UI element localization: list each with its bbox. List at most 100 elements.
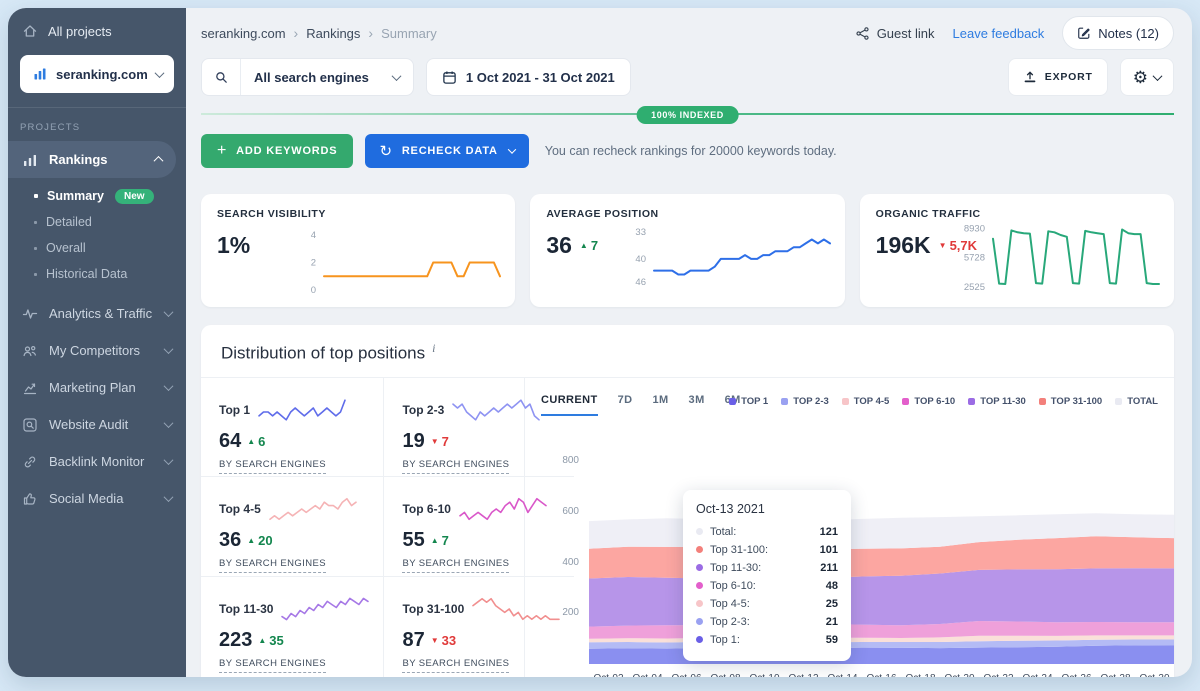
by-search-engines-link[interactable]: BY SEARCH ENGINES — [402, 459, 509, 474]
position-label: Top 4-5 — [219, 502, 261, 516]
arrow-down-icon: ▼ — [431, 437, 439, 446]
recheck-data-label: RECHECK DATA — [402, 145, 498, 157]
sidebar-item-my-competitors[interactable]: My Competitors — [8, 332, 186, 369]
sparkline-chart: 420 — [292, 216, 507, 303]
rankings-icon — [22, 152, 38, 168]
breadcrumb-rankings[interactable]: Rankings — [306, 26, 360, 41]
notes-button[interactable]: Notes (12) — [1062, 16, 1174, 50]
sparkline-chart — [279, 593, 371, 625]
position-label: Top 31-100 — [402, 602, 464, 616]
by-search-engines-link[interactable]: BY SEARCH ENGINES — [219, 658, 326, 673]
tooltip-row: Top 1: 59 — [696, 634, 838, 646]
position-value: 19 — [402, 430, 424, 453]
upload-icon — [1023, 70, 1037, 84]
legend-item-total[interactable]: TOTAL — [1115, 396, 1158, 407]
project-selector[interactable]: seranking.com — [20, 55, 174, 93]
tab-current[interactable]: CURRENT — [541, 394, 598, 416]
card-value: 196K — [876, 232, 931, 259]
position-value: 55 — [402, 529, 424, 552]
tooltip-label: Top 1: — [710, 634, 819, 646]
add-keywords-button[interactable]: + ADD KEYWORDS — [201, 134, 353, 168]
sidebar-subitem-historical-data[interactable]: Historical Data — [8, 261, 186, 287]
backlink-icon — [22, 454, 38, 470]
delta-value: 7 — [442, 434, 449, 449]
x-axis-tick: Oct-20 — [944, 673, 974, 677]
distribution-title: Distribution of top positions i — [201, 325, 1174, 377]
x-axis-tick: Oct-06 — [671, 673, 701, 677]
distribution-title-text: Distribution of top positions — [221, 344, 425, 363]
tooltip-value: 25 — [826, 598, 838, 610]
search-icon — [202, 59, 241, 95]
sidebar-item-backlink-monitor[interactable]: Backlink Monitor — [8, 443, 186, 480]
all-projects-link[interactable]: All projects — [8, 8, 186, 49]
chevron-down-icon — [1153, 71, 1163, 81]
search-engine-value: All search engines — [241, 70, 393, 85]
guest-link-label: Guest link — [877, 26, 935, 41]
legend-swatch-icon — [729, 398, 736, 405]
by-search-engines-link[interactable]: BY SEARCH ENGINES — [402, 658, 509, 673]
legend-item-top-11-30[interactable]: TOP 11-30 — [968, 396, 1026, 407]
leave-feedback-link[interactable]: Leave feedback — [953, 26, 1045, 41]
sidebar-item-label: Analytics & Traffic — [49, 306, 154, 321]
legend-swatch-icon — [1115, 398, 1122, 405]
breadcrumb-summary: Summary — [381, 26, 437, 41]
sidebar-item-analytics-traffic[interactable]: Analytics & Traffic — [8, 295, 186, 332]
position-delta: ▲35 — [258, 633, 283, 648]
sidebar-subitem-summary[interactable]: SummaryNew — [8, 183, 186, 209]
organic-traffic-card: ORGANIC TRAFFIC 196K ▼5,7K 893057282525 — [860, 194, 1174, 307]
position-card-top-4-5[interactable]: Top 4-536▲20BY SEARCH ENGINES — [201, 477, 384, 577]
sidebar-subitem-detailed[interactable]: Detailed — [8, 209, 186, 235]
date-range-picker[interactable]: 1 Oct 2021 - 31 Oct 2021 — [426, 58, 631, 96]
info-icon[interactable]: i — [432, 341, 435, 355]
position-card-top-1[interactable]: Top 164▲6BY SEARCH ENGINES — [201, 378, 384, 478]
legend-item-top-4-5[interactable]: TOP 4-5 — [842, 396, 890, 407]
actions-row: + ADD KEYWORDS ↻ RECHECK DATA You can re… — [201, 134, 1174, 168]
legend-label: TOP 31-100 — [1051, 396, 1102, 407]
export-button[interactable]: EXPORT — [1008, 58, 1108, 96]
new-badge: New — [115, 189, 154, 204]
chevron-down-icon — [391, 71, 401, 81]
by-search-engines-link[interactable]: BY SEARCH ENGINES — [219, 558, 326, 573]
delta-value: 6 — [258, 434, 265, 449]
plus-icon: + — [217, 143, 227, 159]
card-value: 1% — [217, 232, 250, 259]
sidebar-subitem-overall[interactable]: Overall — [8, 235, 186, 261]
by-search-engines-link[interactable]: BY SEARCH ENGINES — [402, 558, 509, 573]
legend-label: TOP 2-3 — [793, 396, 829, 407]
sidebar-item-website-audit[interactable]: Website Audit — [8, 406, 186, 443]
settings-button[interactable]: ⚙ — [1120, 58, 1174, 96]
tooltip-label: Top 6-10: — [710, 580, 819, 592]
legend-item-top-2-3[interactable]: TOP 2-3 — [781, 396, 829, 407]
notes-label: Notes (12) — [1098, 26, 1159, 41]
by-search-engines-link[interactable]: BY SEARCH ENGINES — [219, 459, 326, 474]
sidebar-item-label: Marketing Plan — [49, 380, 154, 395]
sidebar: All projects seranking.com PROJECTS Rank… — [8, 8, 186, 677]
tab-1m[interactable]: 1M — [652, 394, 668, 416]
position-card-top-11-30[interactable]: Top 11-30223▲35BY SEARCH ENGINES — [201, 577, 384, 677]
legend-item-top-6-10[interactable]: TOP 6-10 — [902, 396, 955, 407]
app-window: All projects seranking.com PROJECTS Rank… — [8, 8, 1192, 677]
search-engine-select[interactable]: All search engines — [201, 58, 414, 96]
legend-item-top-1[interactable]: TOP 1 — [729, 396, 768, 407]
sidebar-item-social-media[interactable]: Social Media — [8, 480, 186, 517]
tab-3m[interactable]: 3M — [689, 394, 705, 416]
chart-tooltip: Oct-13 2021 Total:121Top 31-100:101Top 1… — [683, 490, 851, 661]
bullet-icon — [34, 273, 37, 276]
tab-7d[interactable]: 7D — [618, 394, 633, 416]
sidebar-item-label: Rankings — [49, 152, 144, 167]
position-label: Top 1 — [219, 403, 250, 417]
tooltip-value: 59 — [826, 634, 838, 646]
guest-link-button[interactable]: Guest link — [855, 26, 935, 41]
sidebar-item-rankings[interactable]: Rankings — [8, 141, 176, 178]
arrow-up-icon: ▲ — [431, 536, 439, 545]
add-keywords-label: ADD KEYWORDS — [236, 145, 337, 157]
recheck-data-button[interactable]: ↻ RECHECK DATA — [365, 134, 528, 168]
legend-item-top-31-100[interactable]: TOP 31-100 — [1039, 396, 1102, 407]
y-axis-tick: 400 — [541, 557, 579, 568]
sidebar-item-marketing-plan[interactable]: Marketing Plan — [8, 369, 186, 406]
tooltip-label: Top 11-30: — [710, 562, 813, 574]
breadcrumb-project[interactable]: seranking.com — [201, 26, 286, 41]
distribution-chart-panel: CURRENT7D1M3M6M TOP 1TOP 2-3TOP 4-5TOP 6… — [525, 378, 1174, 677]
chevron-down-icon — [508, 145, 516, 153]
x-axis-tick: Oct-18 — [905, 673, 935, 677]
